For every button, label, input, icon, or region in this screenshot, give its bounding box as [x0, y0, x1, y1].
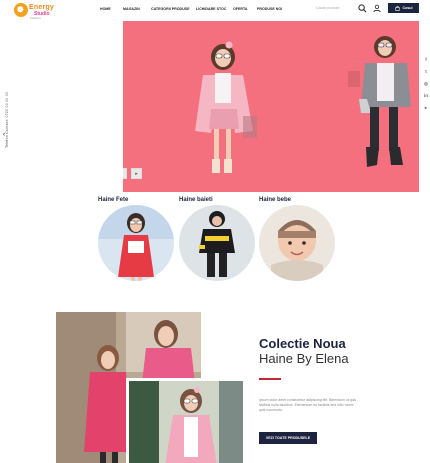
promo-title: Colectie Noua — [259, 336, 346, 351]
cart-button[interactable]: Cosul — [388, 3, 419, 13]
side-chevron-icon[interactable]: ‹ — [3, 132, 5, 138]
logo[interactable]: Energy Studio Fashion — [14, 3, 68, 20]
nav-item-magazin[interactable]: Magazin — [123, 7, 140, 11]
category-haine-fete[interactable]: Haine Fete — [98, 197, 174, 281]
hero-image-girl-left — [195, 36, 411, 173]
nav-item-lichidare[interactable]: Lichidare Stoc — [196, 7, 226, 11]
category-label: Haine baieti — [179, 197, 213, 203]
side-contact: Telefon Contact: 0720 00 00 00 — [0, 90, 12, 150]
search-icon[interactable] — [358, 4, 367, 13]
promo-divider — [259, 378, 281, 380]
category-image-boys[interactable] — [179, 205, 255, 281]
contact-phone-text: Telefon Contact: 0720 00 00 00 — [5, 91, 9, 148]
category-label: Haine Fete — [98, 197, 129, 203]
promo-subtitle: Haine By Elena — [259, 351, 349, 366]
facebook-icon[interactable]: f — [423, 57, 429, 63]
user-icon[interactable] — [373, 4, 381, 13]
nav-item-home[interactable]: Home — [100, 7, 111, 11]
view-all-products-label: Vezi toate produsele — [265, 436, 311, 440]
search-input[interactable]: Cauta produse — [316, 6, 340, 10]
nav-item-produse-noi[interactable]: Produse Noi — [257, 7, 282, 11]
cart-label: Cosul — [402, 6, 413, 10]
category-image-girls[interactable] — [98, 205, 174, 281]
instagram-icon[interactable]: ◎ — [423, 81, 429, 87]
site-header: Energy Studio Fashion Home Magazin Categ… — [0, 0, 430, 22]
category-haine-baieti[interactable]: Haine baieti — [179, 197, 255, 281]
linkedin-icon[interactable]: in — [423, 93, 429, 99]
category-haine-bebe[interactable]: Haine bebe — [259, 197, 335, 281]
category-image-baby[interactable] — [259, 205, 335, 281]
hero-prev-button[interactable]: ◂ — [123, 168, 127, 179]
view-all-products-button[interactable]: Vezi toate produsele — [259, 432, 317, 444]
logo-name-top: Energy — [29, 4, 54, 11]
twitter-icon[interactable]: t — [423, 69, 429, 75]
youtube-icon[interactable]: ▸ — [423, 105, 429, 111]
hero-next-button[interactable]: ▸ — [131, 168, 142, 179]
promo-description: Ipsum dolor amet consectetur adipiscing … — [259, 398, 357, 412]
hero-slider: ◂ ▸ — [123, 21, 419, 192]
category-label: Haine bebe — [259, 197, 292, 203]
logo-tagline: Fashion — [30, 16, 41, 20]
logo-mark-icon — [14, 3, 28, 17]
promo-image-secondary — [126, 378, 243, 463]
cart-icon — [394, 5, 400, 11]
nav-item-categorii[interactable]: Categorii Produse — [151, 7, 189, 11]
nav-item-oferta[interactable]: Oferta — [233, 7, 248, 11]
